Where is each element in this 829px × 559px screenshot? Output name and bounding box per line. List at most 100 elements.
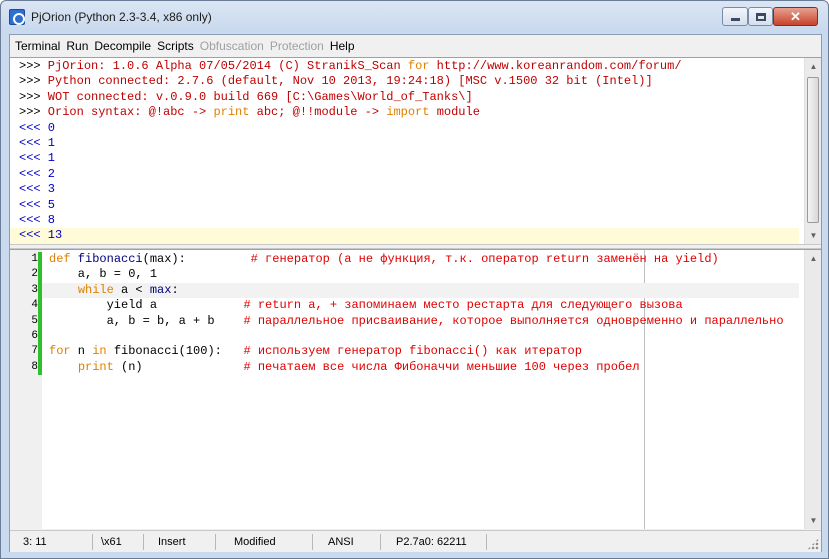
menu-protection: Protection bbox=[269, 39, 324, 53]
change-marker bbox=[38, 344, 42, 360]
menu-obfuscation: Obfuscation bbox=[199, 39, 264, 53]
resize-grip-icon[interactable] bbox=[807, 538, 819, 550]
code-line[interactable]: a, b = b, a + b # параллельное присваива… bbox=[49, 314, 784, 330]
terminal-scroll-thumb[interactable] bbox=[807, 77, 819, 223]
input-prompt: >>> bbox=[19, 59, 41, 73]
status-char-code: \x61 bbox=[101, 536, 122, 548]
status-bar: 3: 11 \x61 Insert Modified ANSI P2.7a0: … bbox=[10, 530, 821, 552]
menu-scripts[interactable]: Scripts bbox=[154, 35, 197, 57]
change-marker bbox=[38, 313, 42, 329]
output-prompt: <<< bbox=[19, 151, 41, 166]
line-number-gutter: 1 2 3 4 5 6 7 8 bbox=[10, 250, 42, 529]
line-number: 5 bbox=[31, 314, 38, 327]
code-text: (max): bbox=[142, 252, 251, 266]
change-marker bbox=[38, 267, 42, 283]
terminal-line: <<< 8 bbox=[19, 213, 55, 229]
code-text: fibonacci bbox=[70, 252, 143, 266]
code-line[interactable]: a, b = 0, 1 bbox=[49, 267, 157, 283]
scroll-down-icon[interactable]: ▼ bbox=[805, 512, 821, 529]
code-keyword: while bbox=[77, 282, 114, 297]
status-encoding: ANSI bbox=[328, 536, 354, 548]
terminal-text: PjOrion: 1.0.6 Alpha 07/05/2014 (C) Stra… bbox=[40, 59, 408, 73]
terminal-line: <<< 5 bbox=[19, 198, 55, 214]
line-number: 2 bbox=[31, 268, 38, 281]
menu-terminal[interactable]: Terminal bbox=[12, 35, 63, 57]
status-separator bbox=[312, 534, 313, 550]
menu-bar: Terminal Run Decompile Scripts Obfuscation Pr… bbox=[10, 35, 821, 57]
code-line[interactable]: for n in fibonacci(100): # используем ге… bbox=[49, 344, 582, 360]
terminal-line: >>> Orion syntax: @!abc -> print abc; @!… bbox=[19, 105, 480, 121]
code-keyword: def bbox=[49, 252, 71, 266]
terminal-line: >>> Python connected: 2.7.6 (default, No… bbox=[19, 74, 653, 90]
status-info: P2.7a0: 62211 bbox=[396, 536, 467, 548]
terminal-text: module bbox=[429, 105, 480, 120]
code-keyword: in bbox=[92, 344, 107, 359]
status-position: 3: 11 bbox=[23, 536, 47, 548]
output-value: 13 bbox=[40, 228, 63, 243]
code-line[interactable]: def fibonacci(max): # генератор (а не фу… bbox=[49, 252, 719, 268]
output-prompt: <<< bbox=[19, 197, 41, 212]
code-comment: # return a, + запоминаем место рестарта … bbox=[243, 298, 683, 313]
code-text: a, b = 0, 1 bbox=[49, 267, 158, 282]
input-prompt: >>> bbox=[19, 105, 41, 120]
maximize-button[interactable] bbox=[748, 7, 773, 26]
scroll-up-icon[interactable]: ▲ bbox=[805, 58, 821, 75]
output-value: 1 bbox=[40, 151, 56, 166]
terminal-scrollbar[interactable]: ▲ ▼ bbox=[804, 58, 821, 244]
code-editor[interactable]: 1 2 3 4 5 6 7 8 ▲ ▼ def fibonacci(max): # генер… bbox=[10, 249, 821, 529]
code-text: a < bbox=[113, 282, 150, 297]
status-separator bbox=[143, 534, 144, 550]
editor-scrollbar[interactable]: ▲ ▼ bbox=[804, 250, 821, 529]
code-line[interactable]: print (n) # печатаем все числа Фибоначчи… bbox=[49, 360, 640, 376]
output-value: 1 bbox=[40, 136, 56, 150]
line-number: 3 bbox=[31, 283, 38, 296]
scroll-down-icon[interactable]: ▼ bbox=[805, 227, 821, 244]
terminal-line: <<< 13 bbox=[10, 228, 799, 244]
code-comment: # печатаем все числа Фибоначчи меньшие 1… bbox=[243, 359, 640, 374]
menu-decompile[interactable]: Decompile bbox=[91, 35, 154, 57]
window-title: PjOrion (Python 2.3-3.4, x86 only) bbox=[31, 10, 212, 24]
terminal-text: WOT connected: v.0.9.0 build 669 [C:\Gam… bbox=[40, 89, 473, 104]
terminal-line: >>> PjOrion: 1.0.6 Alpha 07/05/2014 (C) … bbox=[19, 59, 682, 75]
code-line[interactable]: while a < max: bbox=[42, 282, 799, 299]
code-comment: # параллельное присваивание, которое вып… bbox=[243, 313, 784, 328]
minimize-button[interactable] bbox=[722, 7, 748, 26]
input-prompt: >>> bbox=[19, 89, 41, 104]
terminal-line: <<< 0 bbox=[19, 121, 55, 137]
maximize-icon bbox=[755, 12, 766, 21]
terminal-text: for bbox=[407, 59, 430, 73]
menu-help[interactable]: Help bbox=[327, 35, 358, 57]
close-button[interactable]: ✕ bbox=[773, 7, 818, 26]
change-marker bbox=[38, 359, 42, 376]
code-keyword: for bbox=[49, 344, 71, 359]
minimize-icon bbox=[730, 18, 740, 21]
status-separator bbox=[380, 534, 381, 550]
code-line[interactable]: yield a # return a, + запоминаем место р… bbox=[49, 298, 683, 314]
code-text: yield a bbox=[49, 298, 244, 313]
code-text: n bbox=[70, 344, 93, 359]
code-comment: # генератор (а не функция, т.к. оператор… bbox=[250, 252, 719, 266]
output-prompt: <<< bbox=[19, 136, 41, 150]
status-separator bbox=[92, 534, 93, 550]
output-value: 8 bbox=[40, 213, 56, 227]
terminal-text: import bbox=[386, 105, 430, 120]
line-number: 7 bbox=[31, 345, 38, 358]
close-icon: ✕ bbox=[790, 8, 801, 24]
scroll-up-icon[interactable]: ▲ bbox=[805, 250, 821, 267]
terminal-output[interactable]: ▲ ▼ >>> PjOrion: 1.0.6 Alpha 07/05/2014 … bbox=[10, 57, 821, 244]
output-prompt: <<< bbox=[19, 182, 41, 197]
code-text: : bbox=[171, 282, 179, 297]
code-keyword: print bbox=[77, 359, 114, 374]
title-bar[interactable]: PjOrion (Python 2.3-3.4, x86 only) ✕ bbox=[1, 1, 828, 34]
terminal-text: print bbox=[213, 105, 250, 120]
line-number: 8 bbox=[31, 360, 38, 373]
output-value: 0 bbox=[40, 120, 56, 135]
terminal-text: http://www.koreanrandom.com/forum/ bbox=[429, 59, 682, 73]
menu-run[interactable]: Run bbox=[63, 35, 91, 57]
terminal-line: <<< 1 bbox=[19, 136, 55, 152]
terminal-text: abc; @!!module -> bbox=[249, 105, 387, 120]
status-insert-mode: Insert bbox=[158, 536, 186, 548]
app-icon[interactable] bbox=[9, 9, 25, 25]
line-number: 1 bbox=[31, 253, 38, 265]
